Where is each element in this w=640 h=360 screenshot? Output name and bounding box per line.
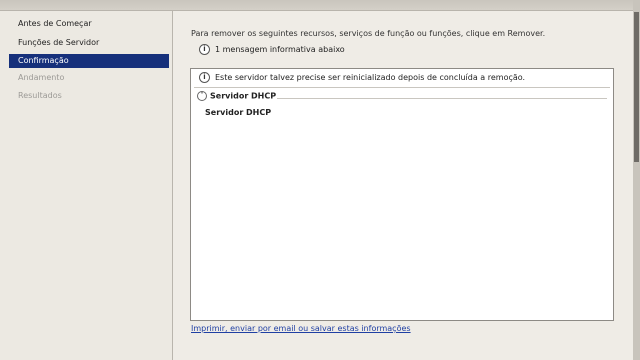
divider — [194, 87, 610, 88]
collapse-chevron-icon[interactable]: ˄ — [197, 91, 207, 101]
section-header-servidor-dhcp[interactable]: ˄ Servidor DHCP — [197, 91, 276, 101]
message-bar-label: 1 mensagem informativa abaixo — [215, 45, 345, 54]
info-icon: i — [199, 72, 210, 83]
sidebar-item-funcoes-de-servidor[interactable]: Funções de Servidor — [9, 36, 169, 50]
scrollbar-thumb[interactable] — [634, 12, 639, 162]
print-email-save-link[interactable]: Imprimir, enviar por email ou salvar est… — [191, 324, 411, 333]
restart-warning-text: Este servidor talvez precise ser reinici… — [215, 73, 526, 82]
window-top-strip — [0, 0, 640, 11]
instruction-text: Para remover os seguintes recursos, serv… — [191, 29, 546, 38]
message-bar: i 1 mensagem informativa abaixo — [199, 44, 345, 55]
section-title: Servidor DHCP — [210, 91, 277, 101]
section-divider — [277, 98, 607, 99]
sidebar-item-resultados: Resultados — [18, 91, 62, 100]
window-scrollbar[interactable] — [633, 0, 640, 360]
wizard-step-sidebar: Antes de Começar Funções de Servidor Con… — [0, 11, 173, 360]
sidebar-item-andamento: Andamento — [18, 73, 65, 82]
info-icon: i — [199, 44, 210, 55]
sidebar-item-antes-de-comecar[interactable]: Antes de Começar — [9, 17, 169, 31]
confirmation-details-box[interactable]: i Este servidor talvez precise ser reinic… — [190, 68, 614, 321]
wizard-main-panel: Para remover os seguintes recursos, serv… — [173, 11, 633, 360]
warning-row: i Este servidor talvez precise ser reinic… — [199, 72, 525, 83]
sidebar-item-confirmacao[interactable]: Confirmação — [9, 54, 169, 68]
role-item-servidor-dhcp: Servidor DHCP — [205, 108, 272, 117]
